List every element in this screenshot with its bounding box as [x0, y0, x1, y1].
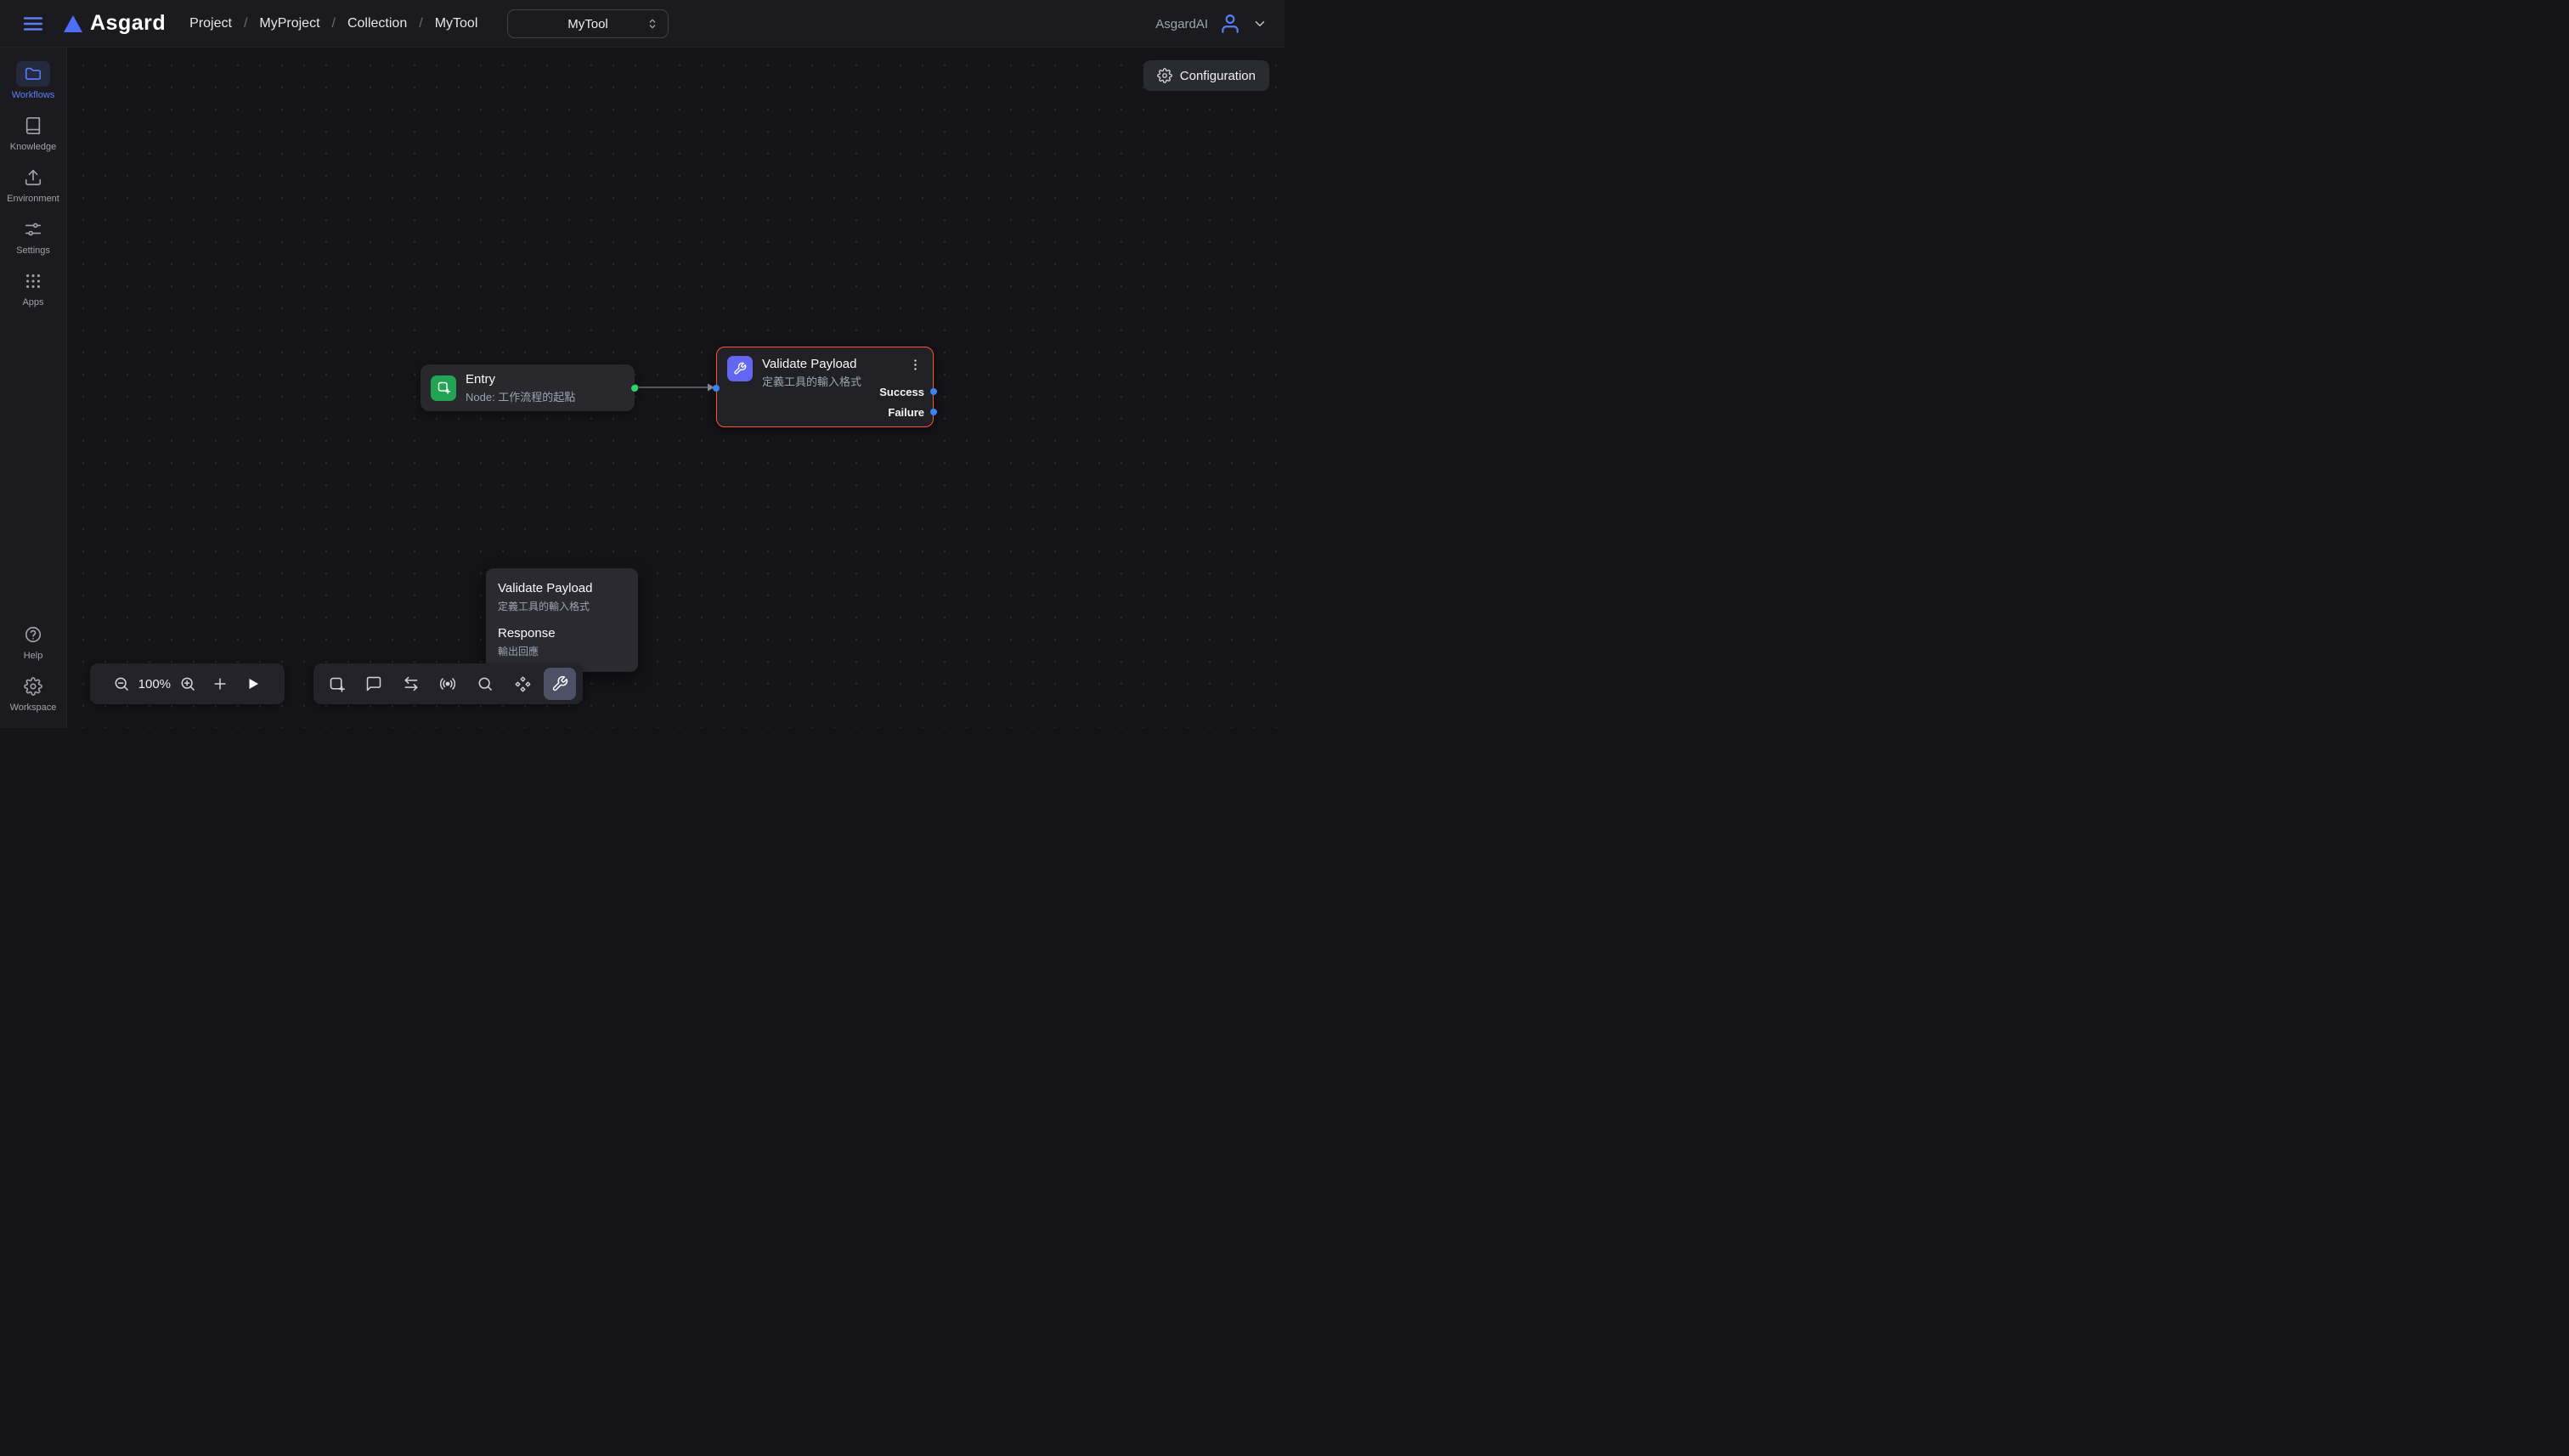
breadcrumb-collection[interactable]: Collection: [347, 16, 407, 31]
chevrons-up-down-icon: [646, 17, 659, 31]
gear-icon: [16, 674, 50, 699]
validate-input-handle[interactable]: [713, 385, 720, 392]
configuration-label: Configuration: [1180, 69, 1256, 83]
breadcrumb-mytool[interactable]: MyTool: [435, 16, 478, 31]
configuration-button[interactable]: Configuration: [1143, 60, 1269, 91]
zoom-in-button[interactable]: [172, 668, 204, 700]
sidebar-item-workflows[interactable]: Workflows: [12, 61, 55, 100]
zoom-out-button[interactable]: [105, 668, 138, 700]
breadcrumb-separator: /: [244, 16, 247, 31]
add-node-icon[interactable]: [320, 668, 353, 700]
account-name: AsgardAI: [1155, 17, 1208, 31]
popup-item-subtitle: 輸出回應: [498, 644, 626, 659]
gear-icon: [1157, 68, 1172, 83]
wrench-icon: [727, 356, 753, 381]
validate-failure-handle[interactable]: [930, 409, 937, 415]
sidebar-item-label: Workflows: [12, 90, 55, 100]
sidebar-item-label: Environment: [7, 194, 59, 204]
sidebar-item-label: Knowledge: [10, 142, 56, 152]
breadcrumb-separator: /: [332, 16, 336, 31]
tool-select-dropdown[interactable]: MyTool: [507, 9, 669, 38]
validate-node-subtitle: 定義工具的輸入格式: [762, 375, 899, 390]
entry-node-icon: [431, 375, 456, 401]
breadcrumb-myproject[interactable]: MyProject: [259, 16, 319, 31]
edge-entry-to-validate[interactable]: [631, 379, 720, 396]
breadcrumb-separator: /: [419, 16, 422, 31]
entry-node-texts: Entry Node: 工作流程的起點: [466, 371, 575, 405]
sidebar-item-label: Apps: [22, 297, 43, 308]
sidebar-item-label: Help: [24, 651, 43, 661]
validate-node-outputs: Success Failure: [879, 381, 924, 422]
search-icon[interactable]: [469, 668, 501, 700]
validate-node-title: Validate Payload: [762, 356, 899, 373]
upload-icon: [16, 165, 50, 190]
broadcast-icon[interactable]: [432, 668, 464, 700]
app-logo: Asgard: [63, 11, 166, 36]
folder-icon: [16, 61, 50, 87]
popup-item-response[interactable]: Response 輸出回應: [498, 622, 626, 662]
breadcrumb: Project / MyProject / Collection / MyToo…: [189, 16, 477, 31]
chevron-down-icon[interactable]: [1252, 16, 1268, 31]
wrench-tool-icon[interactable]: [544, 668, 576, 700]
book-icon: [16, 113, 50, 138]
comment-icon[interactable]: [358, 668, 390, 700]
breadcrumb-project[interactable]: Project: [189, 16, 232, 31]
logo-triangle-icon: [63, 14, 83, 33]
sidebar-item-apps[interactable]: Apps: [16, 268, 50, 308]
zoom-toolbar: 100%: [90, 663, 285, 704]
popup-item-subtitle: 定義工具的輸入格式: [498, 599, 626, 614]
run-button[interactable]: [237, 668, 269, 700]
fit-view-icon[interactable]: [506, 668, 539, 700]
popup-item-title: Validate Payload: [498, 579, 626, 597]
node-validate-payload[interactable]: Validate Payload 定義工具的輸入格式 Success Failu…: [716, 347, 934, 427]
popup-item-validate-payload[interactable]: Validate Payload 定義工具的輸入格式: [498, 577, 626, 617]
sidebar-item-knowledge[interactable]: Knowledge: [10, 113, 56, 152]
hamburger-menu-button[interactable]: [22, 13, 44, 35]
sidebar-item-label: Workspace: [10, 703, 57, 713]
account-area: AsgardAI: [1155, 0, 1268, 48]
popup-item-title: Response: [498, 624, 626, 642]
entry-output-handle[interactable]: [631, 385, 638, 392]
sidebar-item-settings[interactable]: Settings: [16, 217, 50, 256]
sidebar-item-help[interactable]: Help: [16, 622, 50, 661]
help-circle-icon: [16, 622, 50, 647]
sidebar: Workflows Knowledge Environment Settings…: [0, 48, 67, 728]
output-label-success: Success: [879, 381, 924, 402]
tools-toolbar: [313, 663, 583, 704]
kebab-menu-button[interactable]: [908, 358, 923, 372]
sidebar-item-environment[interactable]: Environment: [7, 165, 59, 204]
user-avatar-icon[interactable]: [1219, 13, 1241, 35]
tool-select-value: MyTool: [567, 17, 608, 31]
validate-success-handle[interactable]: [930, 388, 937, 395]
grid-dots-icon: [16, 268, 50, 294]
node-entry[interactable]: Entry Node: 工作流程的起點: [421, 364, 635, 411]
validate-node-texts: Validate Payload 定義工具的輸入格式: [762, 356, 899, 390]
sidebar-item-workspace[interactable]: Workspace: [10, 674, 57, 713]
sliders-icon: [16, 217, 50, 242]
output-label-failure: Failure: [879, 402, 924, 422]
entry-node-title: Entry: [466, 371, 575, 388]
logo-text: Asgard: [90, 11, 166, 36]
zoom-level: 100%: [138, 677, 171, 691]
node-picker-popup: Validate Payload 定義工具的輸入格式 Response 輸出回應: [486, 568, 638, 672]
topbar: Asgard Project / MyProject / Collection …: [0, 0, 1284, 48]
sidebar-item-label: Settings: [16, 245, 50, 256]
add-button[interactable]: [204, 668, 236, 700]
workflow-canvas[interactable]: Configuration Entry Node: 工作流程的起點 Valida…: [67, 48, 1284, 728]
entry-node-subtitle: Node: 工作流程的起點: [466, 390, 575, 405]
swap-arrows-icon[interactable]: [395, 668, 427, 700]
